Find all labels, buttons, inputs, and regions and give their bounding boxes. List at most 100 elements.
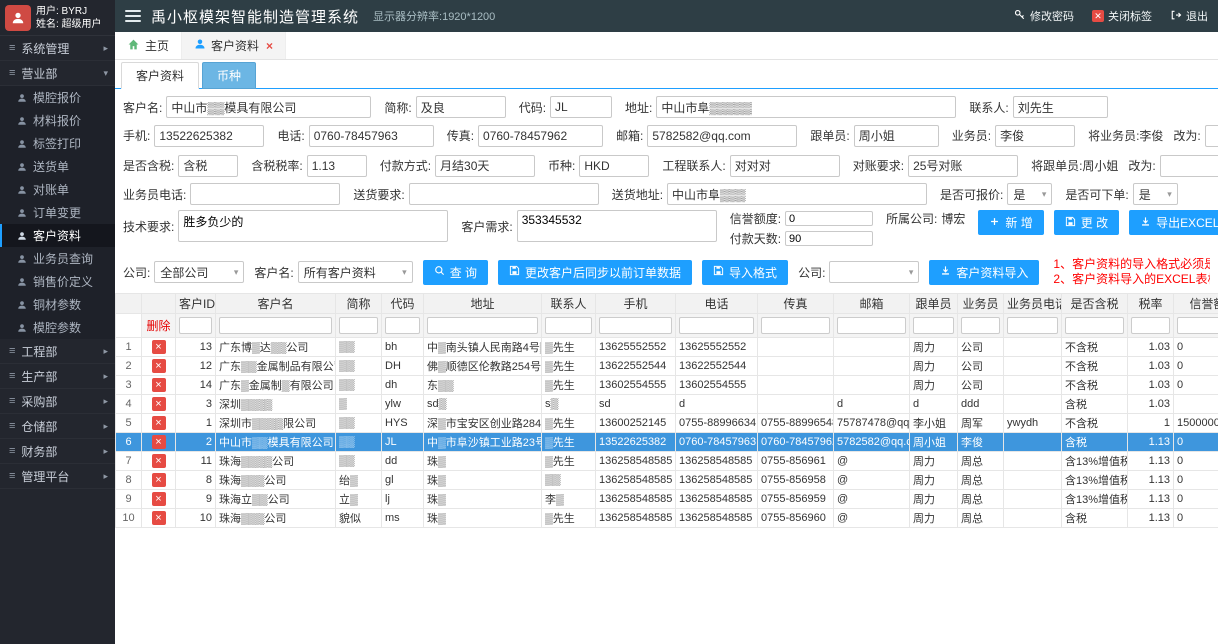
table-row[interactable]: 1×13广东博▒达▒▒公司▒▒bh中▒南头镇人民南路4号▒▒先生13625552… (116, 338, 1218, 357)
delete-row-button[interactable]: × (152, 492, 166, 506)
credit-limit-input[interactable] (785, 211, 873, 226)
column-header[interactable]: 联系人 (542, 294, 596, 314)
sidebar-item[interactable]: 铜材参数 (0, 293, 115, 316)
sidebar-section[interactable]: ≡系统管理▸ (0, 36, 115, 61)
short-name-input[interactable] (416, 96, 506, 118)
column-header[interactable]: 税率 (1128, 294, 1174, 314)
column-filter-input[interactable] (913, 317, 954, 334)
sidebar-section[interactable]: ≡管理平台▸ (0, 464, 115, 489)
customer-demand-textarea[interactable]: 353345532 (517, 210, 717, 242)
column-filter-input[interactable] (339, 317, 378, 334)
delete-row-button[interactable]: × (152, 397, 166, 411)
address-input[interactable] (656, 96, 956, 118)
sidebar-item[interactable]: 客户资料 (0, 224, 115, 247)
table-row[interactable]: 7×11珠海▒▒▒▒公司▒▒dd珠▒▒先生1362585485851362585… (116, 452, 1218, 471)
column-filter-input[interactable] (599, 317, 672, 334)
column-filter-input[interactable] (1007, 317, 1058, 334)
salesman-input[interactable] (995, 125, 1075, 147)
sidebar-item[interactable]: 标签打印 (0, 132, 115, 155)
table-row[interactable]: 3×14广东▒金属制▒有限公司▒▒dh东▒▒▒先生136025545551360… (116, 376, 1218, 395)
tab-home[interactable]: 主页 (115, 32, 182, 59)
close-tabs-link[interactable]: ✕ 关闭标签 (1092, 8, 1152, 24)
column-filter-input[interactable] (427, 317, 538, 334)
engineer-contact-input[interactable] (730, 155, 840, 177)
tax-rate-input[interactable] (307, 155, 367, 177)
column-header[interactable]: 简称 (336, 294, 382, 314)
subtab-currency[interactable]: 币种 (202, 62, 256, 89)
column-header[interactable]: 代码 (382, 294, 424, 314)
sidebar-item[interactable]: 送货单 (0, 155, 115, 178)
delete-row-button[interactable]: × (152, 473, 166, 487)
column-filter-input[interactable] (961, 317, 1000, 334)
customer-name-input[interactable] (166, 96, 371, 118)
column-filter-input[interactable] (545, 317, 592, 334)
delete-row-button[interactable]: × (152, 416, 166, 430)
column-header[interactable]: 客户名 (216, 294, 336, 314)
phone-input[interactable] (309, 125, 434, 147)
filter-company-select[interactable]: 全部公司▾ (154, 261, 244, 283)
column-header[interactable]: 传真 (758, 294, 834, 314)
change-password-link[interactable]: 修改密码 (1014, 8, 1074, 24)
sidebar-item[interactable]: 销售价定义 (0, 270, 115, 293)
delete-row-button[interactable]: × (152, 454, 166, 468)
sync-orders-button[interactable]: 更改客户后同步以前订单数据 (498, 260, 692, 285)
currency-input[interactable] (579, 155, 649, 177)
hamburger-icon[interactable] (125, 10, 141, 22)
code-input[interactable] (550, 96, 612, 118)
subtab-customer-data[interactable]: 客户资料 (121, 62, 199, 89)
payment-days-input[interactable] (785, 231, 873, 246)
column-filter-input[interactable] (1131, 317, 1170, 334)
import-customers-button[interactable]: 客户资料导入 (929, 260, 1039, 285)
tab-close-icon[interactable]: × (266, 41, 273, 51)
filter-customer-select[interactable]: 所有客户资料▾ (298, 261, 413, 283)
update-button[interactable]: 更 改 (1054, 210, 1119, 235)
payment-method-input[interactable] (435, 155, 535, 177)
sidebar-item[interactable]: 模腔报价 (0, 86, 115, 109)
column-filter-input[interactable] (1177, 317, 1218, 334)
quotable-select[interactable]: 是▾ (1007, 183, 1052, 205)
sidebar-item[interactable]: 模腔参数 (0, 316, 115, 339)
table-row[interactable]: 6×2中山市▒▒模具有限公司▒▒JL中▒市阜沙镇工业路23号▒▒先生135226… (116, 433, 1218, 452)
column-header[interactable]: 电话 (676, 294, 758, 314)
column-header[interactable]: 业务员 (958, 294, 1004, 314)
column-header[interactable]: 跟单员 (910, 294, 958, 314)
sidebar-item[interactable]: 对账单 (0, 178, 115, 201)
column-header[interactable]: 业务员电话 (1004, 294, 1062, 314)
search-button[interactable]: 查 询 (423, 260, 488, 285)
column-filter-input[interactable] (179, 317, 212, 334)
delivery-req-input[interactable] (409, 183, 599, 205)
table-row[interactable]: 9×9珠海立▒▒公司立▒lj珠▒李▒1362585485851362585485… (116, 490, 1218, 509)
sidebar-item[interactable]: 订单变更 (0, 201, 115, 224)
export-excel-button[interactable]: 导出EXCEL (1129, 210, 1218, 235)
delivery-address-input[interactable] (667, 183, 927, 205)
tax-included-input[interactable] (178, 155, 238, 177)
sidebar-section[interactable]: ≡工程部▸ (0, 339, 115, 364)
contact-input[interactable] (1013, 96, 1108, 118)
merchandiser-input[interactable] (854, 125, 939, 147)
delete-row-button[interactable]: × (152, 511, 166, 525)
import-company-select[interactable]: ▾ (829, 261, 919, 283)
column-filter-input[interactable] (219, 317, 332, 334)
logout-link[interactable]: 退出 (1170, 8, 1208, 24)
table-row[interactable]: 4×3深圳▒▒▒▒▒ylwsd▒s▒sddddddd含税1.03 (116, 395, 1218, 414)
table-row[interactable]: 8×8珠海▒▒▒公司绐▒gl珠▒▒▒1362585485851362585485… (116, 471, 1218, 490)
sidebar-section[interactable]: ≡财务部▸ (0, 439, 115, 464)
delete-row-button[interactable]: × (152, 435, 166, 449)
delete-row-button[interactable]: × (152, 359, 166, 373)
column-header[interactable]: 是否含税 (1062, 294, 1128, 314)
column-header[interactable]: 信誉额度 (1174, 294, 1218, 314)
table-row[interactable]: 10×10珠海▒▒▒公司貌似ms珠▒▒先生1362585485851362585… (116, 509, 1218, 528)
orderable-select[interactable]: 是▾ (1133, 183, 1178, 205)
email-input[interactable] (647, 125, 797, 147)
column-header[interactable]: 手机 (596, 294, 676, 314)
table-row[interactable]: 2×12广东▒▒金属制品有限公司▒▒DH佛▒顺德区伦教路254号▒▒先生1362… (116, 357, 1218, 376)
delete-row-button[interactable]: × (152, 378, 166, 392)
tab-customer-data[interactable]: 客户资料 × (182, 32, 286, 59)
column-header[interactable]: 邮箱 (834, 294, 910, 314)
table-row[interactable]: 5×1深圳市▒▒▒▒限公司▒▒HYS深▒市宝安区创业路284号▒▒先生13600… (116, 414, 1218, 433)
salesman-phone-input[interactable] (190, 183, 340, 205)
reconciliation-input[interactable] (908, 155, 1018, 177)
column-filter-input[interactable] (837, 317, 906, 334)
add-button[interactable]: 新 增 (978, 210, 1043, 235)
tech-req-textarea[interactable]: 胜多负少的 (178, 210, 448, 242)
